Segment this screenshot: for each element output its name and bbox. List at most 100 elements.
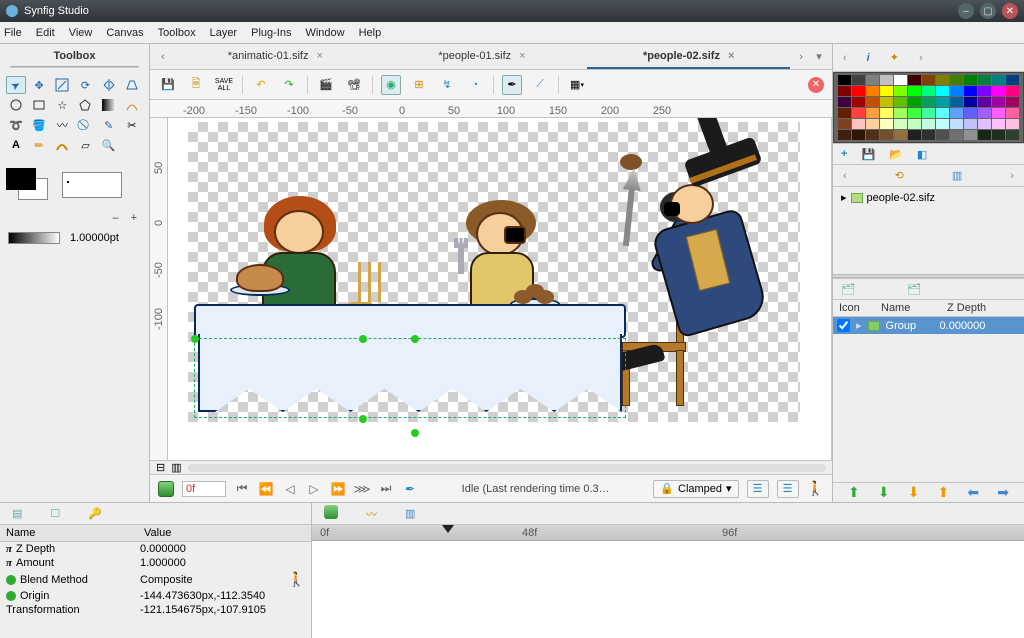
palette-swatch[interactable]: [978, 75, 991, 85]
menu-layer[interactable]: Layer: [210, 27, 238, 39]
palette-swatch[interactable]: [866, 75, 879, 85]
fill-tool[interactable]: 🪣: [29, 116, 49, 134]
palette-swatch[interactable]: [852, 75, 865, 85]
palette-swatch[interactable]: [922, 75, 935, 85]
close-icon[interactable]: ×: [519, 50, 525, 62]
handles-button[interactable]: ✒: [502, 75, 522, 95]
seek-prev-key-button[interactable]: ⏪: [258, 482, 274, 496]
zoom-tool[interactable]: 🔍: [99, 136, 119, 154]
zoom-out-icon[interactable]: ⊟: [156, 461, 165, 474]
timetrack-tab-icon[interactable]: [324, 505, 338, 522]
handle-icon[interactable]: [411, 429, 419, 437]
palette-swatch[interactable]: [838, 130, 851, 140]
tree-back-icon[interactable]: ‹: [843, 170, 847, 182]
tree-tab-icon[interactable]: ▥: [952, 169, 962, 182]
snap-button[interactable]: ↯: [437, 75, 457, 95]
gradient-swatch[interactable]: [8, 232, 60, 244]
play-button[interactable]: ▷: [306, 482, 322, 496]
palette-swatch[interactable]: [978, 119, 991, 129]
palette-swatch[interactable]: [1006, 97, 1019, 107]
palette-swatch[interactable]: [950, 86, 963, 96]
history-tab-icon[interactable]: ▥: [405, 507, 415, 520]
seek-next-key-button[interactable]: ⋙: [354, 482, 370, 496]
close-icon[interactable]: ×: [316, 50, 322, 62]
add-color-button[interactable]: +: [841, 148, 847, 160]
tree-fwd-icon[interactable]: ›: [1010, 170, 1014, 182]
palette-swatch[interactable]: [1006, 130, 1019, 140]
grid-toggle-button[interactable]: ▦▾: [567, 75, 587, 95]
palette-swatch[interactable]: [992, 108, 1005, 118]
default-palette-button[interactable]: ◧: [917, 148, 927, 161]
handle-icon[interactable]: [359, 335, 367, 343]
palette-swatch[interactable]: [936, 108, 949, 118]
palette-swatch[interactable]: [936, 97, 949, 107]
menu-view[interactable]: View: [69, 27, 93, 39]
palette-swatch[interactable]: [880, 130, 893, 140]
animate-icon[interactable]: 🚶: [807, 480, 824, 497]
curves-tab-icon[interactable]: 〰: [366, 506, 377, 522]
menu-toolbox[interactable]: Toolbox: [158, 27, 196, 39]
close-icon[interactable]: ×: [728, 50, 734, 62]
palette-swatch[interactable]: [838, 119, 851, 129]
palette-swatch[interactable]: [978, 108, 991, 118]
param-value[interactable]: 0.000000: [140, 543, 305, 555]
scale-tool[interactable]: [52, 76, 72, 94]
palette-tab-icon[interactable]: ✦: [890, 51, 899, 64]
show-grid-button[interactable]: ⊞: [409, 75, 429, 95]
palette-swatch[interactable]: [852, 130, 865, 140]
save-as-button[interactable]: 🗎: [186, 75, 206, 95]
layer-enter-button[interactable]: ⬇: [908, 484, 920, 501]
seek-next-frame-button[interactable]: ⏩: [330, 482, 346, 496]
seek-end-button[interactable]: ⏭: [378, 482, 394, 496]
frame-input[interactable]: [182, 481, 226, 497]
tab-animatic[interactable]: *animatic-01.sifz×: [174, 44, 377, 69]
layer-up-button[interactable]: ⬆: [848, 484, 860, 501]
gradient-tool[interactable]: [99, 96, 119, 114]
render-button[interactable]: 🎬: [316, 75, 336, 95]
layer-exit-button[interactable]: ⬆: [938, 484, 950, 501]
cut-tool[interactable]: ✂: [122, 116, 142, 134]
palette-swatch[interactable]: [950, 108, 963, 118]
param-value[interactable]: -121.154675px,-107.9105: [140, 604, 305, 616]
palette-swatch[interactable]: [880, 75, 893, 85]
palette-swatch[interactable]: [908, 130, 921, 140]
tree-home-icon[interactable]: ⟲: [895, 169, 904, 182]
palette-swatch[interactable]: [922, 97, 935, 107]
palette-swatch[interactable]: [992, 86, 1005, 96]
menu-canvas[interactable]: Canvas: [106, 27, 143, 39]
tree-root-label[interactable]: people-02.sifz: [867, 192, 936, 204]
selection-frame[interactable]: [194, 338, 626, 418]
palette-swatch[interactable]: [880, 108, 893, 118]
tab-menu-icon[interactable]: ▾: [812, 50, 826, 63]
param-row[interactable]: πAmount1.000000: [0, 556, 311, 570]
nav-back-icon[interactable]: ‹: [843, 52, 847, 64]
increase-button[interactable]: +: [131, 212, 137, 224]
palette-swatch[interactable]: [838, 86, 851, 96]
redo-button[interactable]: ↷: [279, 75, 299, 95]
palette-swatch[interactable]: [894, 86, 907, 96]
smooth-move-tool[interactable]: ✥: [29, 76, 49, 94]
lasso-tool[interactable]: ➰: [6, 116, 26, 134]
palette-swatch[interactable]: [964, 119, 977, 129]
zoom-menu-icon[interactable]: ▥: [171, 461, 181, 474]
palette-swatch[interactable]: [880, 86, 893, 96]
palette-swatch[interactable]: [866, 130, 879, 140]
palette-swatch[interactable]: [950, 130, 963, 140]
layer-visible-checkbox[interactable]: [837, 319, 850, 332]
save-button[interactable]: 💾: [158, 75, 178, 95]
layer-row-group[interactable]: ▸ Group 0.000000: [833, 317, 1024, 334]
palette-swatch[interactable]: [908, 119, 921, 129]
decrease-button[interactable]: –: [112, 212, 118, 224]
palette-swatch[interactable]: [908, 97, 921, 107]
animate-mode-button[interactable]: [158, 481, 174, 497]
width-tool[interactable]: [52, 136, 72, 154]
fg-bg-swatch[interactable]: [6, 168, 50, 202]
palette-swatch[interactable]: [964, 130, 977, 140]
playhead-icon[interactable]: [442, 525, 454, 533]
param-row[interactable]: πZ Depth0.000000: [0, 542, 311, 556]
tab-next-icon[interactable]: ›: [794, 51, 808, 63]
palette-swatch[interactable]: [922, 130, 935, 140]
palette-swatch[interactable]: [852, 119, 865, 129]
circle-tool[interactable]: [6, 96, 26, 114]
save-palette-button[interactable]: 💾: [861, 148, 875, 161]
